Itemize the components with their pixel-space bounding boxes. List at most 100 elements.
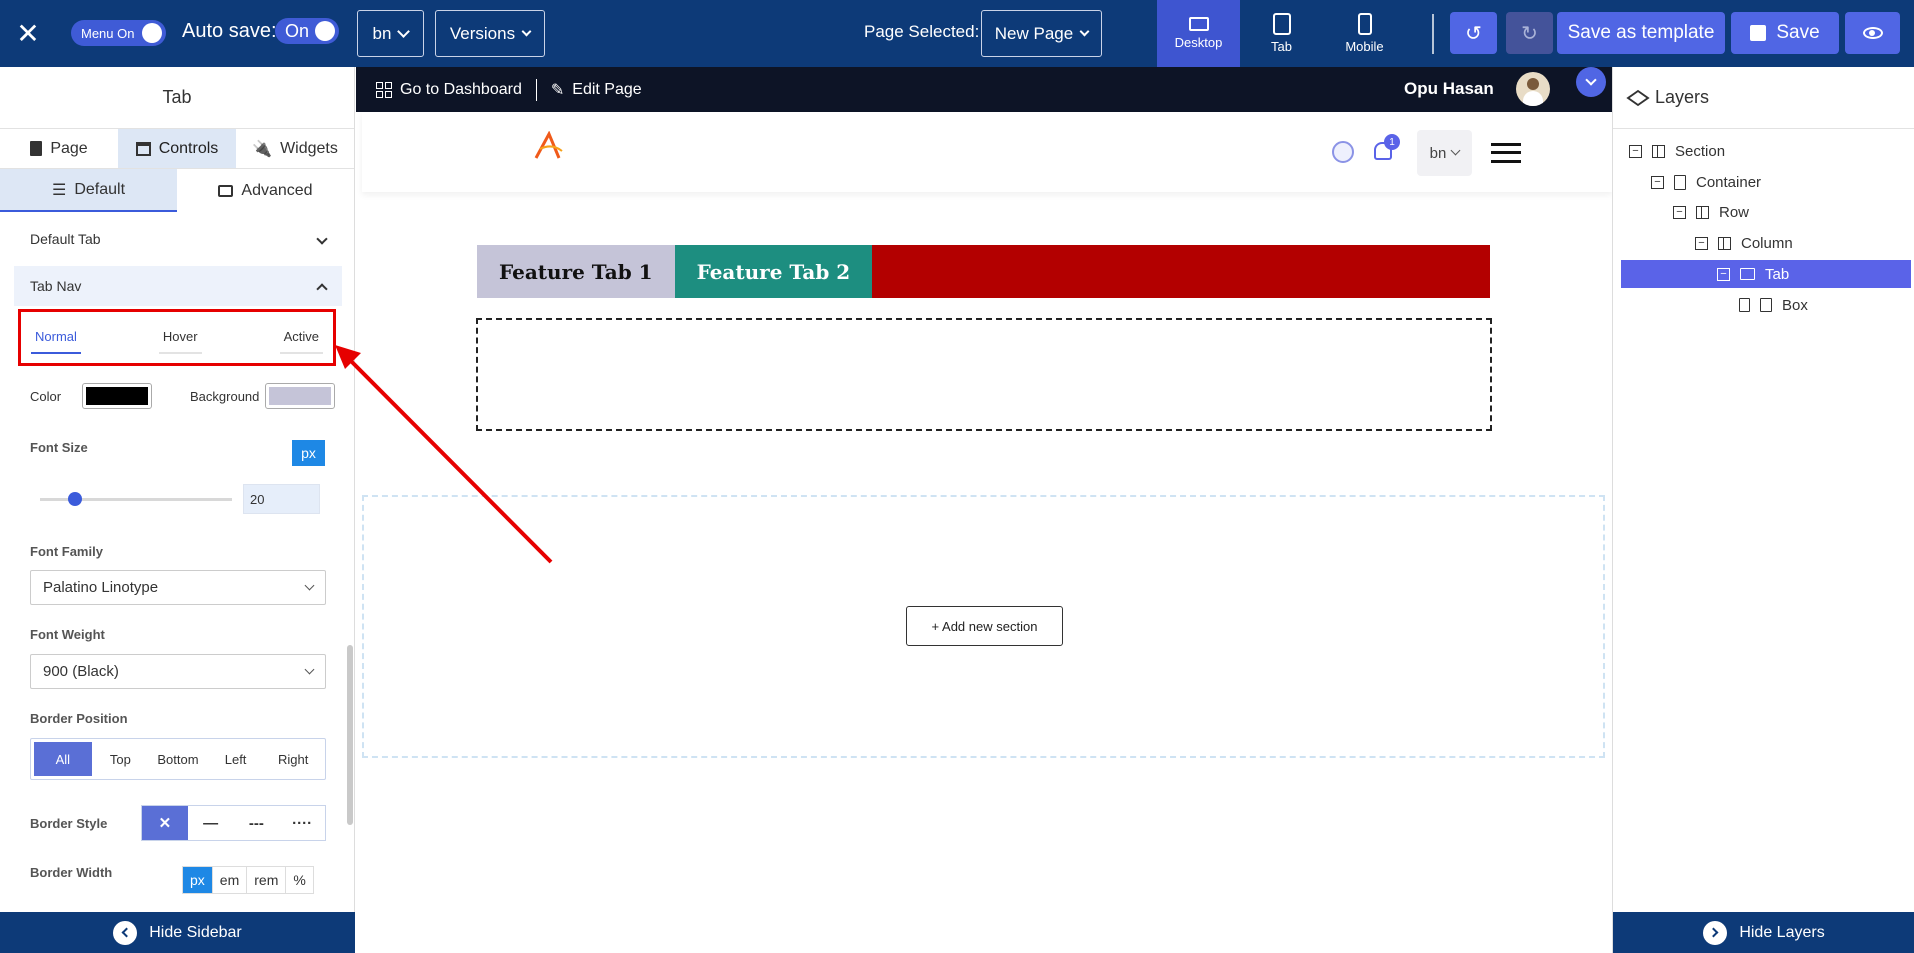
editor-canvas: Go to Dashboard ✎ Edit Page Opu Hasan 1 … bbox=[335, 67, 1612, 953]
site-logo[interactable] bbox=[532, 130, 566, 161]
layer-item-box[interactable]: Box bbox=[1739, 291, 1808, 319]
collapse-icon: − bbox=[1673, 205, 1686, 219]
hide-layers-button[interactable]: Hide Layers bbox=[1613, 912, 1914, 953]
edit-icon: ✎ bbox=[550, 81, 565, 99]
header-language-value: bn bbox=[1429, 144, 1447, 162]
header-language-select[interactable]: bn bbox=[1417, 130, 1472, 176]
site-header: 1 bn bbox=[362, 112, 1612, 192]
tab-widgets[interactable]: 🔌 Widgets bbox=[236, 129, 354, 168]
border-position-left[interactable]: Left bbox=[207, 742, 265, 776]
page-select[interactable]: New Page bbox=[981, 10, 1102, 57]
font-family-select[interactable]: Palatino Linotype bbox=[30, 570, 326, 605]
versions-dropdown[interactable]: Versions bbox=[435, 10, 545, 57]
hide-sidebar-label: Hide Sidebar bbox=[149, 923, 242, 941]
layer-item-tab[interactable]: − Tab bbox=[1621, 260, 1911, 288]
hide-sidebar-button[interactable]: Hide Sidebar bbox=[0, 912, 355, 953]
feature-tab-1[interactable]: Feature Tab 1 bbox=[477, 245, 675, 298]
unit-em-button[interactable]: em bbox=[213, 867, 248, 893]
add-new-section-button[interactable]: + Add new section bbox=[906, 606, 1063, 646]
layer-item-row[interactable]: − Row bbox=[1673, 198, 1749, 226]
device-mobile-button[interactable]: Mobile bbox=[1323, 0, 1406, 67]
go-to-dashboard-link[interactable]: Go to Dashboard bbox=[376, 81, 522, 99]
language-value: bn bbox=[372, 23, 392, 43]
chevron-left-icon bbox=[113, 920, 138, 945]
preview-button[interactable] bbox=[1845, 12, 1900, 54]
language-select[interactable]: bn bbox=[357, 10, 424, 57]
sidebar-scrollbar[interactable] bbox=[347, 645, 353, 825]
tab-controls[interactable]: Controls bbox=[118, 129, 236, 168]
avatar[interactable] bbox=[1516, 72, 1550, 106]
chevron-down-icon bbox=[1585, 73, 1597, 86]
save-button[interactable]: Save bbox=[1731, 12, 1839, 54]
color-fill bbox=[86, 387, 148, 405]
save-icon bbox=[1750, 25, 1767, 41]
layers-panel: Layers − Section − Container − Row − Col… bbox=[1612, 67, 1914, 953]
font-size-input[interactable] bbox=[243, 484, 320, 514]
layer-item-column[interactable]: − Column bbox=[1695, 229, 1793, 257]
column-icon bbox=[1718, 236, 1731, 250]
border-style-solid[interactable]: — bbox=[188, 806, 234, 840]
hide-layers-label: Hide Layers bbox=[1739, 923, 1825, 941]
sidebar-subtabs: ☰ Default Advanced bbox=[0, 169, 354, 212]
close-icon[interactable]: ✕ bbox=[12, 18, 44, 50]
top-toolbar: ✕ Menu On Auto save: On bn Versions Page… bbox=[0, 0, 1914, 67]
edit-page-link[interactable]: ✎ Edit Page bbox=[551, 80, 642, 100]
save-as-template-button[interactable]: Save as template bbox=[1557, 12, 1725, 54]
border-style-dotted[interactable]: ···· bbox=[279, 806, 325, 840]
autosave-label: Auto save: bbox=[182, 20, 277, 42]
state-hover-tab[interactable]: Hover bbox=[158, 329, 202, 354]
border-position-all[interactable]: All bbox=[34, 742, 92, 776]
device-tab-button[interactable]: Tab bbox=[1240, 0, 1323, 67]
state-active-tab[interactable]: Active bbox=[279, 329, 323, 354]
border-position-bottom[interactable]: Bottom bbox=[149, 742, 207, 776]
border-width-label: Border Width bbox=[30, 865, 113, 880]
menu-toggle[interactable]: Menu On bbox=[71, 20, 167, 46]
font-weight-select[interactable]: 900 (Black) bbox=[30, 654, 326, 689]
accordion-tab-nav[interactable]: Tab Nav bbox=[14, 266, 342, 306]
annotation-arrow bbox=[335, 345, 553, 564]
redo-button[interactable]: ↻ bbox=[1506, 12, 1553, 54]
border-position-right[interactable]: Right bbox=[264, 742, 322, 776]
autosave-toggle[interactable]: On bbox=[275, 18, 340, 44]
border-style-dashed[interactable]: --- bbox=[234, 806, 280, 840]
unit-rem-button[interactable]: rem bbox=[247, 867, 287, 893]
sidebar-tabs: Page Controls 🔌 Widgets bbox=[0, 129, 354, 169]
undo-button[interactable]: ↺ bbox=[1450, 12, 1497, 54]
tab-content-area[interactable] bbox=[476, 318, 1492, 431]
background-swatch[interactable] bbox=[265, 383, 335, 409]
redo-icon: ↻ bbox=[1521, 22, 1538, 45]
collapse-admin-button[interactable] bbox=[1576, 67, 1606, 97]
font-size-slider-thumb[interactable] bbox=[67, 492, 82, 506]
notification-badge: 1 bbox=[1384, 134, 1400, 150]
layer-item-container[interactable]: − Container bbox=[1651, 168, 1761, 196]
layer-item-section[interactable]: − Section bbox=[1629, 137, 1725, 165]
column-icon bbox=[1696, 205, 1709, 219]
color-swatch[interactable] bbox=[82, 383, 152, 409]
font-size-unit-button[interactable]: px bbox=[292, 440, 325, 466]
tab-page[interactable]: Page bbox=[0, 129, 118, 168]
font-family-value: Palatino Linotype bbox=[43, 579, 159, 596]
feature-tab-2[interactable]: Feature Tab 2 bbox=[674, 245, 873, 298]
border-position-label: Border Position bbox=[30, 711, 128, 726]
user-name: Opu Hasan bbox=[1404, 79, 1494, 98]
chat-icon[interactable] bbox=[1332, 141, 1354, 163]
unit-percent-button[interactable]: % bbox=[286, 867, 312, 893]
chevron-up-icon bbox=[316, 282, 328, 295]
font-family-label: Font Family bbox=[30, 544, 103, 559]
subtab-advanced[interactable]: Advanced bbox=[177, 169, 354, 212]
device-desktop-button[interactable]: Desktop bbox=[1157, 0, 1240, 67]
border-style-none[interactable]: ✕ bbox=[142, 806, 188, 840]
border-position-top[interactable]: Top bbox=[92, 742, 150, 776]
page-selected-value: New Page bbox=[994, 23, 1074, 43]
undo-icon: ↺ bbox=[1465, 22, 1482, 45]
accordion-default-tab[interactable]: Default Tab bbox=[14, 219, 342, 259]
column-icon bbox=[1652, 144, 1665, 158]
subtab-default[interactable]: ☰ Default bbox=[0, 169, 177, 212]
layer-label: Row bbox=[1719, 203, 1750, 221]
document-icon bbox=[30, 141, 43, 156]
unit-px-button[interactable]: px bbox=[183, 867, 213, 893]
hamburger-menu-icon[interactable] bbox=[1491, 143, 1521, 163]
state-normal-tab[interactable]: Normal bbox=[31, 329, 81, 354]
page-selected-label: Page Selected: bbox=[864, 22, 980, 41]
divider bbox=[1432, 14, 1434, 54]
